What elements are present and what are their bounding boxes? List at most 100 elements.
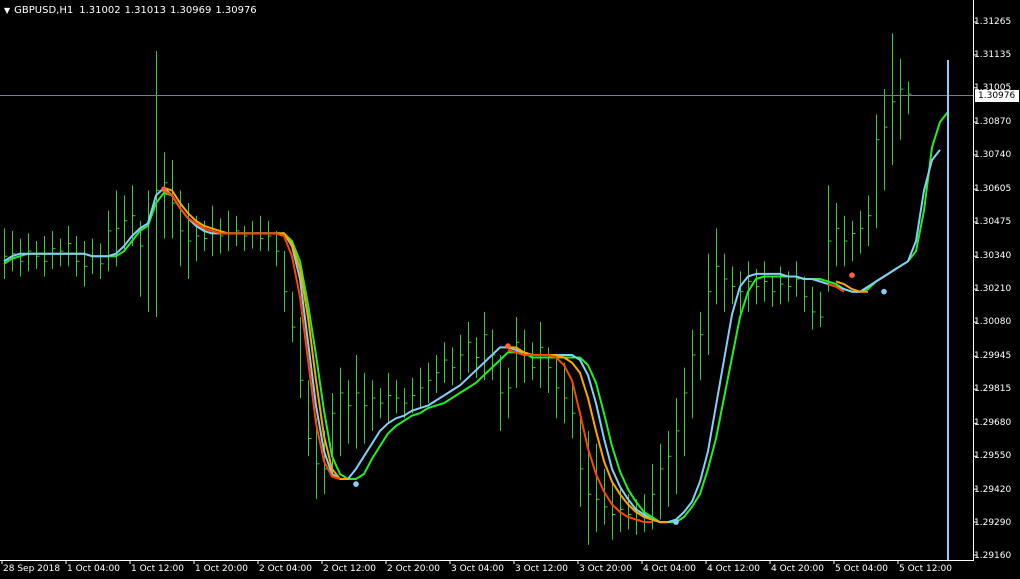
indicator-line-2	[3, 149, 941, 524]
price-bar	[764, 261, 768, 302]
signal-dot	[881, 288, 887, 295]
price-label: 1.30475	[974, 217, 1012, 227]
price-bar	[12, 230, 16, 272]
price-bar	[884, 89, 888, 191]
price-bar	[820, 291, 824, 328]
price-bar	[876, 114, 880, 229]
price-bar	[780, 266, 784, 305]
low-value: 1.30969	[169, 4, 212, 16]
price-bar	[100, 243, 104, 280]
price-bar	[668, 430, 672, 507]
price-bar	[428, 362, 432, 404]
price-bar	[844, 215, 848, 267]
price-bar	[676, 398, 680, 495]
price-chart[interactable]	[0, 0, 1020, 579]
signal-dot	[673, 519, 679, 525]
price-bar	[580, 418, 584, 507]
price-bar	[300, 316, 304, 399]
price-bar	[860, 210, 864, 254]
price-bar	[724, 253, 728, 312]
price-bar	[396, 380, 400, 414]
time-label: 1 Oct 20:00	[195, 564, 248, 574]
price-bar	[20, 238, 24, 277]
indicator-line-1	[3, 111, 949, 524]
time-label: 5 Oct 12:00	[899, 564, 952, 574]
price-bar	[60, 238, 64, 267]
price-bar	[276, 230, 280, 267]
high-value: 1.31013	[124, 4, 166, 16]
time-label: 4 Oct 12:00	[707, 564, 760, 574]
chart-window[interactable]: ▼ GBPUSD,H1 1.31002 1.31013 1.30969 1.30…	[0, 0, 1020, 579]
price-bar	[364, 372, 368, 444]
price-bar	[340, 367, 344, 457]
price-bar	[220, 218, 224, 254]
price-bar	[908, 81, 912, 115]
price-bar	[484, 311, 488, 381]
price-bar	[892, 33, 896, 166]
price-bar	[660, 443, 664, 520]
collapse-arrow-icon[interactable]: ▼	[4, 6, 10, 15]
price-bar	[388, 372, 392, 424]
price-bar	[524, 329, 528, 383]
price-bar	[68, 225, 72, 267]
time-label: 3 Oct 12:00	[515, 564, 568, 574]
price-bar	[4, 228, 8, 280]
price-bar	[412, 377, 416, 414]
price-label: 1.29160	[974, 551, 1012, 561]
open-value: 1.31002	[79, 4, 121, 16]
price-bar	[692, 329, 696, 419]
price-bar	[44, 235, 48, 277]
price-bar	[164, 152, 168, 239]
price-bar	[772, 276, 776, 307]
time-label: 2 Oct 04:00	[259, 564, 312, 574]
price-label: 1.30605	[974, 184, 1012, 194]
price-bar	[612, 481, 616, 540]
signal-dot	[505, 343, 511, 349]
price-bar	[140, 220, 144, 297]
time-label: 5 Oct 04:00	[835, 564, 888, 574]
price-bar	[436, 354, 440, 393]
time-label: 4 Oct 04:00	[643, 564, 696, 574]
price-bar	[268, 220, 272, 252]
price-bar	[292, 291, 296, 343]
price-bar	[108, 210, 112, 272]
price-bar	[900, 58, 904, 140]
price-bar	[460, 334, 464, 381]
price-bar	[380, 387, 384, 419]
price-label: 1.30210	[974, 284, 1012, 294]
price-bar	[76, 235, 80, 277]
price-label: 1.30080	[974, 317, 1012, 327]
price-bar	[28, 233, 32, 272]
time-label: 3 Oct 20:00	[579, 564, 632, 574]
price-label: 1.30870	[974, 117, 1012, 127]
price-bar	[452, 347, 456, 386]
price-bar	[852, 220, 856, 262]
time-label: 2 Oct 12:00	[323, 564, 376, 574]
price-bar	[804, 276, 808, 312]
price-bar	[700, 311, 704, 381]
price-bar	[244, 225, 248, 252]
price-bar	[444, 342, 448, 383]
price-bar	[716, 228, 720, 305]
signal-dot	[161, 186, 167, 192]
price-bar	[796, 261, 800, 297]
price-bar	[84, 241, 88, 287]
symbol-info-bar[interactable]: ▼ GBPUSD,H1 1.31002 1.31013 1.30969 1.30…	[4, 3, 261, 17]
time-label: 2 Oct 20:00	[387, 564, 440, 574]
price-bar	[708, 253, 712, 355]
price-label: 1.30740	[974, 150, 1012, 160]
price-bar	[148, 190, 152, 312]
time-label: 4 Oct 20:00	[771, 564, 824, 574]
price-bar	[500, 354, 504, 431]
current-price-tag: 1.30976	[975, 90, 1019, 102]
price-bar	[228, 210, 232, 252]
price-label: 1.29550	[974, 451, 1012, 461]
price-bar	[468, 322, 472, 373]
price-bar	[476, 337, 480, 378]
price-label: 1.29290	[974, 518, 1012, 528]
price-bar	[52, 230, 56, 269]
price-bar	[36, 241, 40, 269]
price-bar	[836, 203, 840, 267]
indicator-lines	[3, 111, 949, 524]
price-label: 1.29815	[974, 384, 1012, 394]
